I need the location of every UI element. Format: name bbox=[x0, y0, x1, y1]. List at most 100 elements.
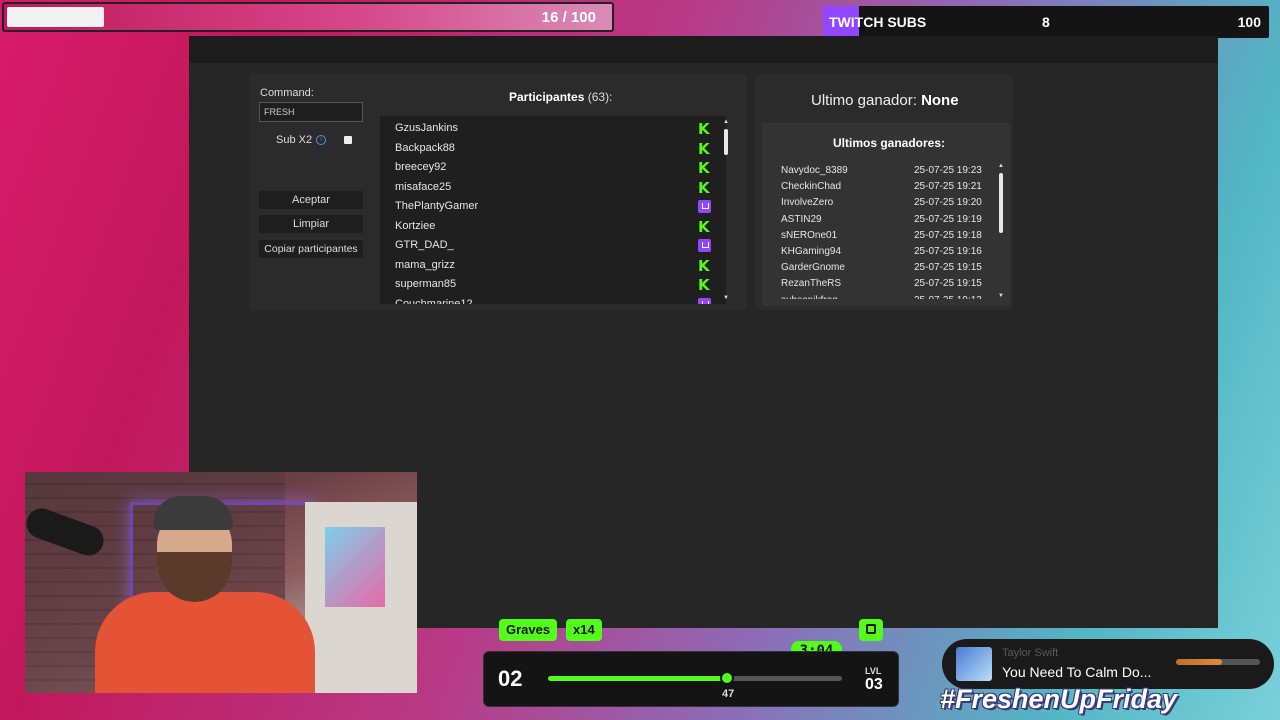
xp-fill bbox=[548, 676, 728, 681]
participant-row[interactable]: mama_grizz bbox=[395, 256, 725, 275]
bus-icon bbox=[859, 619, 883, 641]
winner-date: 25-07-25 19:21 bbox=[914, 181, 982, 193]
last-winner-value: None bbox=[921, 92, 959, 109]
winner-date: 25-07-25 19:13 bbox=[914, 295, 982, 299]
scroll-up-icon[interactable]: ▲ bbox=[723, 119, 729, 125]
winners-scroll-thumb[interactable] bbox=[999, 173, 1003, 233]
participant-name: breecey92 bbox=[395, 161, 447, 173]
participant-row[interactable]: ThePlantyGamer bbox=[395, 197, 725, 216]
goal-progress-fill bbox=[7, 7, 104, 27]
winners-scrollbar[interactable]: ▲ ▼ bbox=[998, 163, 1004, 299]
level-hud: 02 47 LVL 03 bbox=[483, 651, 899, 707]
webcam-poster bbox=[325, 527, 385, 607]
sub-x2-row: Sub X2 i bbox=[276, 134, 327, 146]
now-playing-artist: Taylor Swift bbox=[1002, 647, 1059, 659]
participant-name: GTR_DAD_ bbox=[395, 239, 454, 251]
participant-row[interactable]: Couchmarine12 bbox=[395, 295, 725, 305]
now-playing-song: You Need To Calm Do... bbox=[1002, 664, 1152, 680]
subs-goal: 100 bbox=[1237, 14, 1261, 30]
participant-row[interactable]: GzusJankins bbox=[395, 119, 725, 138]
sub-x2-label: Sub X2 bbox=[276, 134, 313, 146]
participant-row[interactable]: Backpack88 bbox=[395, 139, 725, 158]
winner-date: 25-07-25 19:18 bbox=[914, 229, 982, 241]
participant-row[interactable]: breecey92 bbox=[395, 158, 725, 177]
participant-name: ThePlantyGamer bbox=[395, 200, 479, 212]
music-progress-fill bbox=[1176, 659, 1222, 665]
winners-card: Ultimo ganador: None Ultimos ganadores: … bbox=[755, 74, 1013, 310]
kick-icon bbox=[698, 159, 711, 177]
participant-name: Couchmarine12 bbox=[395, 297, 473, 305]
goal-progress-bar: 16 / 100 bbox=[2, 2, 614, 32]
kick-icon bbox=[698, 140, 711, 158]
participants-title: Participantes (63): bbox=[509, 90, 612, 104]
participants-scrollbar[interactable]: ▲ ▼ bbox=[723, 119, 729, 301]
winner-row: CheckinChad 25-07-25 19:21 bbox=[781, 181, 991, 197]
xp-value: 47 bbox=[722, 688, 735, 700]
participant-name: misaface25 bbox=[395, 180, 452, 193]
command-input[interactable] bbox=[259, 102, 363, 122]
winner-name: sNEROne01 bbox=[781, 229, 838, 241]
winner-row: subsonikfreq 25-07-25 19:13 bbox=[781, 295, 991, 299]
participant-name: superman85 bbox=[395, 278, 457, 290]
xp-track bbox=[548, 671, 842, 685]
recent-winners-title: Ultimos ganadores: bbox=[833, 136, 946, 150]
clear-button[interactable]: Limpiar bbox=[259, 215, 363, 233]
winner-name: RezanTheRS bbox=[781, 278, 842, 290]
info-icon[interactable]: i bbox=[316, 135, 327, 145]
winner-name: KHGaming94 bbox=[781, 246, 842, 257]
winner-name: InvolveZero bbox=[781, 197, 834, 209]
winner-row: sNEROne01 25-07-25 19:18 bbox=[781, 230, 991, 246]
winner-date: 25-07-25 19:15 bbox=[914, 262, 982, 274]
goal-progress-count: 16 / 100 bbox=[541, 9, 596, 26]
participant-name: Kortziee bbox=[395, 219, 436, 232]
winner-row: KHGaming94 25-07-25 19:16 bbox=[781, 246, 991, 262]
subs-current: 8 bbox=[1042, 14, 1050, 30]
twitch-subs-goal: TWITCH SUBS 8 100 bbox=[823, 6, 1269, 38]
album-art bbox=[956, 647, 992, 681]
winner-date: 25-07-25 19:20 bbox=[914, 197, 982, 209]
participant-row[interactable]: GTR_DAD_ bbox=[395, 236, 725, 255]
scroll-down-icon[interactable]: ▼ bbox=[998, 293, 1004, 299]
scroll-down-icon[interactable]: ▼ bbox=[723, 295, 729, 301]
participant-row[interactable]: Kortziee bbox=[395, 217, 725, 236]
recent-winners-list[interactable]: Navydoc_8389 25-07-25 19:23 CheckinChad 25-… bbox=[762, 161, 1010, 299]
music-progress-bar bbox=[1176, 659, 1260, 665]
participants-list[interactable]: GzusJankins Backpack88 breecey92 misaface25… bbox=[380, 116, 726, 304]
webcam-streamer-cap bbox=[153, 496, 233, 530]
participant-name: Backpack88 bbox=[395, 141, 455, 154]
winner-name: GarderGnome bbox=[781, 262, 845, 274]
participants-scroll-thumb[interactable] bbox=[724, 129, 728, 155]
level-label: LVL bbox=[865, 666, 882, 676]
sub-x2-checkbox[interactable] bbox=[344, 136, 352, 144]
participant-name: GzusJankins bbox=[395, 122, 458, 134]
participant-row[interactable]: misaface25 bbox=[395, 178, 725, 197]
participants-title-text: Participantes bbox=[509, 90, 585, 104]
copy-participants-button[interactable]: Copiar participantes bbox=[259, 240, 363, 258]
scroll-up-icon[interactable]: ▲ bbox=[998, 163, 1004, 169]
app-top-strip bbox=[189, 36, 1218, 63]
kick-icon bbox=[698, 257, 711, 275]
accept-button[interactable]: Aceptar bbox=[259, 191, 363, 209]
participants-card: Command: Sub X2 i Aceptar Limpiar Copiar… bbox=[249, 74, 747, 310]
participant-name: mama_grizz bbox=[395, 258, 455, 271]
winner-date: 25-07-25 19:15 bbox=[914, 278, 982, 290]
kick-icon bbox=[698, 179, 711, 197]
winner-date: 25-07-25 19:19 bbox=[914, 213, 982, 225]
winner-row: ASTIN29 25-07-25 19:19 bbox=[781, 214, 991, 230]
winner-date: 25-07-25 19:16 bbox=[914, 246, 982, 257]
winner-row: InvolveZero 25-07-25 19:20 bbox=[781, 197, 991, 213]
now-playing-widget: Taylor Swift You Need To Calm Do... bbox=[942, 639, 1274, 689]
last-winner: Ultimo ganador: None bbox=[811, 92, 959, 109]
kick-icon bbox=[698, 120, 711, 138]
recent-winners-box: Ultimos ganadores: Navydoc_8389 25-07-25 … bbox=[762, 123, 1010, 306]
winner-name: subsonikfreq bbox=[781, 295, 838, 299]
winner-name: ASTIN29 bbox=[781, 213, 822, 225]
winner-row: Navydoc_8389 25-07-25 19:23 bbox=[781, 165, 991, 181]
kick-icon bbox=[698, 276, 711, 294]
xp-knob bbox=[720, 671, 735, 685]
subs-label: TWITCH SUBS bbox=[829, 14, 927, 30]
participant-row[interactable]: superman85 bbox=[395, 275, 725, 294]
webcam-feed bbox=[25, 472, 417, 693]
kick-icon bbox=[698, 218, 711, 236]
level-current: 02 bbox=[498, 666, 523, 691]
